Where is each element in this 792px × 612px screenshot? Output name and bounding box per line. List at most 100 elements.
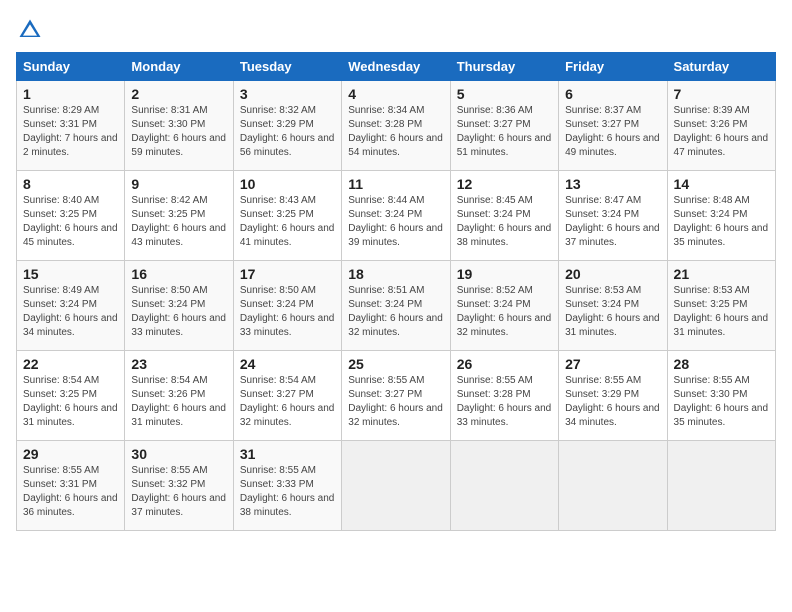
day-info: Sunrise: 8:31 AMSunset: 3:30 PMDaylight:… <box>131 104 226 160</box>
day-number: 20 <box>565 266 660 282</box>
header-day-monday: Monday <box>125 53 233 81</box>
day-number: 17 <box>240 266 335 282</box>
day-cell: 19 Sunrise: 8:52 AMSunset: 3:24 PMDaylig… <box>450 261 558 351</box>
day-cell: 2 Sunrise: 8:31 AMSunset: 3:30 PMDayligh… <box>125 81 233 171</box>
week-row-4: 22 Sunrise: 8:54 AMSunset: 3:25 PMDaylig… <box>17 351 776 441</box>
header-day-sunday: Sunday <box>17 53 125 81</box>
day-number: 26 <box>457 356 552 372</box>
day-number: 31 <box>240 446 335 462</box>
day-cell <box>559 441 667 531</box>
logo <box>16 16 48 44</box>
header-day-friday: Friday <box>559 53 667 81</box>
day-info: Sunrise: 8:39 AMSunset: 3:26 PMDaylight:… <box>674 104 769 160</box>
day-cell: 23 Sunrise: 8:54 AMSunset: 3:26 PMDaylig… <box>125 351 233 441</box>
day-number: 19 <box>457 266 552 282</box>
day-info: Sunrise: 8:51 AMSunset: 3:24 PMDaylight:… <box>348 284 443 340</box>
week-row-1: 1 Sunrise: 8:29 AMSunset: 3:31 PMDayligh… <box>17 81 776 171</box>
day-cell <box>450 441 558 531</box>
day-number: 16 <box>131 266 226 282</box>
day-cell: 29 Sunrise: 8:55 AMSunset: 3:31 PMDaylig… <box>17 441 125 531</box>
day-number: 22 <box>23 356 118 372</box>
day-cell: 1 Sunrise: 8:29 AMSunset: 3:31 PMDayligh… <box>17 81 125 171</box>
day-info: Sunrise: 8:52 AMSunset: 3:24 PMDaylight:… <box>457 284 552 340</box>
day-info: Sunrise: 8:54 AMSunset: 3:26 PMDaylight:… <box>131 374 226 430</box>
header-day-thursday: Thursday <box>450 53 558 81</box>
day-cell: 8 Sunrise: 8:40 AMSunset: 3:25 PMDayligh… <box>17 171 125 261</box>
day-cell: 11 Sunrise: 8:44 AMSunset: 3:24 PMDaylig… <box>342 171 450 261</box>
day-info: Sunrise: 8:40 AMSunset: 3:25 PMDaylight:… <box>23 194 118 250</box>
day-number: 21 <box>674 266 769 282</box>
day-number: 10 <box>240 176 335 192</box>
day-cell: 14 Sunrise: 8:48 AMSunset: 3:24 PMDaylig… <box>667 171 775 261</box>
day-number: 7 <box>674 86 769 102</box>
day-info: Sunrise: 8:43 AMSunset: 3:25 PMDaylight:… <box>240 194 335 250</box>
day-cell: 17 Sunrise: 8:50 AMSunset: 3:24 PMDaylig… <box>233 261 341 351</box>
day-info: Sunrise: 8:37 AMSunset: 3:27 PMDaylight:… <box>565 104 660 160</box>
day-info: Sunrise: 8:55 AMSunset: 3:33 PMDaylight:… <box>240 464 335 520</box>
day-number: 29 <box>23 446 118 462</box>
day-cell: 24 Sunrise: 8:54 AMSunset: 3:27 PMDaylig… <box>233 351 341 441</box>
day-cell: 16 Sunrise: 8:50 AMSunset: 3:24 PMDaylig… <box>125 261 233 351</box>
week-row-3: 15 Sunrise: 8:49 AMSunset: 3:24 PMDaylig… <box>17 261 776 351</box>
day-info: Sunrise: 8:50 AMSunset: 3:24 PMDaylight:… <box>131 284 226 340</box>
day-number: 15 <box>23 266 118 282</box>
day-cell: 20 Sunrise: 8:53 AMSunset: 3:24 PMDaylig… <box>559 261 667 351</box>
day-number: 25 <box>348 356 443 372</box>
day-number: 5 <box>457 86 552 102</box>
day-number: 13 <box>565 176 660 192</box>
day-number: 3 <box>240 86 335 102</box>
day-cell: 30 Sunrise: 8:55 AMSunset: 3:32 PMDaylig… <box>125 441 233 531</box>
day-cell: 13 Sunrise: 8:47 AMSunset: 3:24 PMDaylig… <box>559 171 667 261</box>
day-cell: 3 Sunrise: 8:32 AMSunset: 3:29 PMDayligh… <box>233 81 341 171</box>
day-number: 2 <box>131 86 226 102</box>
day-number: 27 <box>565 356 660 372</box>
week-row-2: 8 Sunrise: 8:40 AMSunset: 3:25 PMDayligh… <box>17 171 776 261</box>
header-row: SundayMondayTuesdayWednesdayThursdayFrid… <box>17 53 776 81</box>
day-cell: 4 Sunrise: 8:34 AMSunset: 3:28 PMDayligh… <box>342 81 450 171</box>
day-number: 9 <box>131 176 226 192</box>
week-row-5: 29 Sunrise: 8:55 AMSunset: 3:31 PMDaylig… <box>17 441 776 531</box>
day-info: Sunrise: 8:32 AMSunset: 3:29 PMDaylight:… <box>240 104 335 160</box>
day-number: 24 <box>240 356 335 372</box>
day-info: Sunrise: 8:53 AMSunset: 3:24 PMDaylight:… <box>565 284 660 340</box>
day-info: Sunrise: 8:55 AMSunset: 3:28 PMDaylight:… <box>457 374 552 430</box>
day-info: Sunrise: 8:54 AMSunset: 3:27 PMDaylight:… <box>240 374 335 430</box>
day-info: Sunrise: 8:48 AMSunset: 3:24 PMDaylight:… <box>674 194 769 250</box>
logo-icon <box>16 16 44 44</box>
day-number: 28 <box>674 356 769 372</box>
day-number: 4 <box>348 86 443 102</box>
day-info: Sunrise: 8:36 AMSunset: 3:27 PMDaylight:… <box>457 104 552 160</box>
day-cell: 7 Sunrise: 8:39 AMSunset: 3:26 PMDayligh… <box>667 81 775 171</box>
day-cell: 28 Sunrise: 8:55 AMSunset: 3:30 PMDaylig… <box>667 351 775 441</box>
day-number: 14 <box>674 176 769 192</box>
day-info: Sunrise: 8:34 AMSunset: 3:28 PMDaylight:… <box>348 104 443 160</box>
day-info: Sunrise: 8:50 AMSunset: 3:24 PMDaylight:… <box>240 284 335 340</box>
day-info: Sunrise: 8:42 AMSunset: 3:25 PMDaylight:… <box>131 194 226 250</box>
day-cell <box>342 441 450 531</box>
day-cell: 12 Sunrise: 8:45 AMSunset: 3:24 PMDaylig… <box>450 171 558 261</box>
day-cell: 5 Sunrise: 8:36 AMSunset: 3:27 PMDayligh… <box>450 81 558 171</box>
day-number: 30 <box>131 446 226 462</box>
day-info: Sunrise: 8:55 AMSunset: 3:29 PMDaylight:… <box>565 374 660 430</box>
header-day-tuesday: Tuesday <box>233 53 341 81</box>
day-cell: 18 Sunrise: 8:51 AMSunset: 3:24 PMDaylig… <box>342 261 450 351</box>
day-cell: 15 Sunrise: 8:49 AMSunset: 3:24 PMDaylig… <box>17 261 125 351</box>
header-day-saturday: Saturday <box>667 53 775 81</box>
day-cell: 10 Sunrise: 8:43 AMSunset: 3:25 PMDaylig… <box>233 171 341 261</box>
day-cell: 21 Sunrise: 8:53 AMSunset: 3:25 PMDaylig… <box>667 261 775 351</box>
day-cell: 26 Sunrise: 8:55 AMSunset: 3:28 PMDaylig… <box>450 351 558 441</box>
day-info: Sunrise: 8:54 AMSunset: 3:25 PMDaylight:… <box>23 374 118 430</box>
day-info: Sunrise: 8:45 AMSunset: 3:24 PMDaylight:… <box>457 194 552 250</box>
day-cell: 9 Sunrise: 8:42 AMSunset: 3:25 PMDayligh… <box>125 171 233 261</box>
day-info: Sunrise: 8:49 AMSunset: 3:24 PMDaylight:… <box>23 284 118 340</box>
day-cell: 31 Sunrise: 8:55 AMSunset: 3:33 PMDaylig… <box>233 441 341 531</box>
day-cell: 25 Sunrise: 8:55 AMSunset: 3:27 PMDaylig… <box>342 351 450 441</box>
day-cell: 6 Sunrise: 8:37 AMSunset: 3:27 PMDayligh… <box>559 81 667 171</box>
day-info: Sunrise: 8:53 AMSunset: 3:25 PMDaylight:… <box>674 284 769 340</box>
day-cell: 22 Sunrise: 8:54 AMSunset: 3:25 PMDaylig… <box>17 351 125 441</box>
day-info: Sunrise: 8:55 AMSunset: 3:32 PMDaylight:… <box>131 464 226 520</box>
day-number: 18 <box>348 266 443 282</box>
day-number: 11 <box>348 176 443 192</box>
calendar-header: SundayMondayTuesdayWednesdayThursdayFrid… <box>17 53 776 81</box>
day-number: 1 <box>23 86 118 102</box>
